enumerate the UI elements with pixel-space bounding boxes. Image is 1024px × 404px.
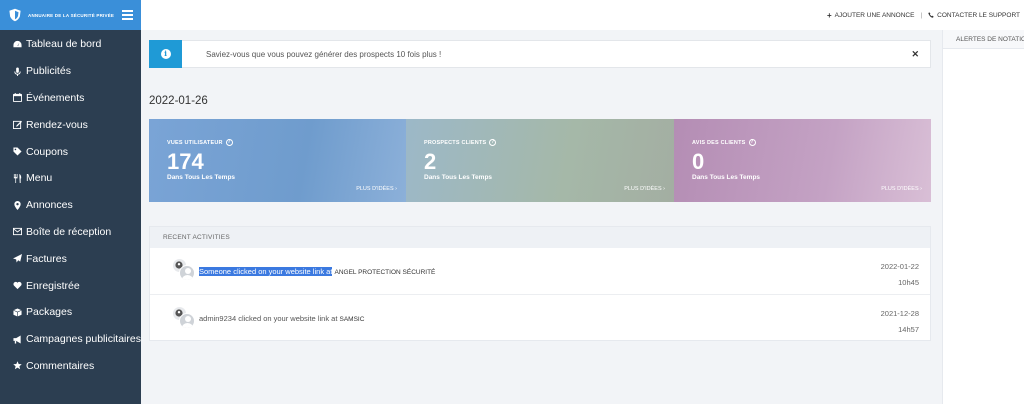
info-alert: i Saviez-vous que vous pouvez générer de… — [149, 40, 931, 68]
stat-card-client-leads: PROSPECTS CLIENTS? 2 Dans Tous Les Temps… — [406, 119, 674, 202]
sidebar-item-label: Boîte de réception — [26, 225, 112, 238]
activity-text: admin9234 clicked on your website link a… — [199, 314, 364, 323]
stat-cards: VUES UTILISATEUR? 174 Dans Tous Les Temp… — [149, 119, 931, 202]
sidebar-item-label: Publicités — [26, 65, 71, 78]
sidebar-item-label: Campagnes publicitaires — [26, 333, 141, 346]
menu-toggle-icon[interactable] — [122, 10, 133, 20]
sidebar-item-inbox[interactable]: Boîte de réception — [0, 219, 141, 246]
top-bar: + AJOUTER UNE ANNONCE | CONTACTER LE SUP… — [141, 0, 1024, 30]
stat-card-client-reviews: AVIS DES CLIENTS? 0 Dans Tous Les Temps … — [674, 119, 931, 202]
sidebar-item-label: Coupons — [26, 145, 69, 158]
user-avatar-icon — [179, 265, 195, 281]
sidebar-item-campaigns[interactable]: Campagnes publicitaires — [0, 326, 141, 353]
stat-value: 0 — [692, 149, 705, 174]
avatar — [173, 306, 197, 331]
sidebar-item-saved[interactable]: Enregistrée — [0, 272, 141, 299]
sidebar-item-coupons[interactable]: Coupons — [0, 138, 141, 165]
activity-date: 2022-01-22 — [880, 262, 919, 271]
sidebar-item-packages[interactable]: Packages — [0, 299, 141, 326]
tag-icon — [12, 147, 22, 156]
user-avatar-icon — [179, 312, 195, 329]
envelope-icon — [12, 228, 22, 236]
plus-icon: + — [826, 10, 832, 20]
sidebar-item-label: Annonces — [26, 199, 73, 212]
sidebar-item-listings[interactable]: Annonces — [0, 192, 141, 219]
sidebar-item-label: Factures — [26, 252, 67, 265]
activity-row: admin9234 clicked on your website link a… — [150, 295, 930, 342]
help-icon[interactable]: ? — [225, 139, 233, 146]
activity-time: 10h45 — [898, 278, 919, 287]
sidebar-item-label: Commentaires — [26, 359, 95, 372]
add-listing-link[interactable]: + AJOUTER UNE ANNONCE — [827, 11, 915, 20]
more-ideas-link[interactable]: PLUS D'IDÉES › — [881, 186, 922, 192]
cube-icon — [12, 308, 22, 317]
help-icon[interactable]: ? — [489, 139, 497, 146]
stat-value: 174 — [167, 149, 204, 174]
stat-period: Dans Tous Les Temps — [424, 174, 493, 181]
microphone-icon — [13, 67, 21, 76]
star-icon — [12, 361, 22, 370]
activity-time: 14h57 — [898, 325, 919, 334]
map-marker-icon — [13, 200, 21, 210]
stat-period: Dans Tous Les Temps — [692, 174, 761, 181]
date-heading: 2022-01-26 — [149, 95, 208, 107]
info-alert-text: Saviez-vous que vous pouvez générer des … — [206, 49, 442, 59]
sidebar-item-menu[interactable]: Menu — [0, 165, 141, 192]
utensils-icon — [13, 173, 21, 183]
sidebar-item-ads[interactable]: Publicités — [0, 58, 141, 85]
activity-date: 2021-12-28 — [880, 309, 919, 318]
help-icon[interactable]: ? — [748, 139, 756, 146]
recent-activities-title: RECENT ACTIVITIES — [150, 227, 930, 248]
edit-icon — [12, 121, 22, 130]
brand-name[interactable]: ANNUAIRE DE LA SÉCURITÉ PRIVÉE — [28, 13, 122, 18]
sidebar-item-label: Enregistrée — [26, 279, 80, 292]
stat-label: AVIS DES CLIENTS — [692, 139, 746, 146]
stat-label: PROSPECTS CLIENTS — [424, 139, 487, 146]
info-icon: i — [149, 40, 182, 68]
sidebar-item-label: Packages — [26, 306, 73, 319]
add-listing-label: AJOUTER UNE ANNONCE — [834, 11, 915, 19]
heart-icon — [12, 281, 22, 290]
more-ideas-link[interactable]: PLUS D'IDÉES › — [624, 186, 665, 192]
shield-logo-icon — [9, 8, 21, 22]
close-icon[interactable]: ✕ — [911, 49, 919, 60]
sidebar-item-invoices[interactable]: Factures — [0, 245, 141, 272]
activity-text: Someone clicked on your website link at … — [199, 266, 436, 276]
calendar-icon — [12, 93, 22, 103]
sidebar-item-dashboard[interactable]: Tableau de bord — [0, 31, 141, 58]
more-ideas-link[interactable]: PLUS D'IDÉES › — [356, 186, 397, 192]
sidebar-item-appointments[interactable]: Rendez-vous — [0, 111, 141, 138]
avatar — [173, 259, 197, 283]
activity-description: Someone clicked on your website link at — [199, 266, 333, 276]
sidebar-item-label: Tableau de bord — [26, 38, 102, 51]
contact-support-label: CONTACTER LE SUPPORT — [937, 11, 1020, 19]
rating-alerts-title: ALERTES DE NOTATION — [943, 30, 1024, 49]
dashboard-icon — [12, 40, 22, 48]
phone-icon — [928, 12, 934, 18]
activity-company-link[interactable]: SAMSIC — [340, 316, 365, 323]
recent-activities: RECENT ACTIVITIES Someone clicked on you… — [149, 226, 931, 341]
sidebar-item-comments[interactable]: Commentaires — [0, 353, 141, 380]
contact-support-link[interactable]: CONTACTER LE SUPPORT — [928, 12, 1020, 19]
sidebar-item-label: Rendez-vous — [26, 118, 88, 131]
sidebar-item-label: Événements — [26, 91, 85, 104]
activity-description: admin9234 clicked on your website link a… — [199, 314, 338, 323]
sidebar: ANNUAIRE DE LA SÉCURITÉ PRIVÉE Tableau d… — [0, 0, 141, 404]
stat-card-user-views: VUES UTILISATEUR? 174 Dans Tous Les Temp… — [149, 119, 406, 202]
paper-plane-icon — [12, 254, 22, 263]
activity-row: Someone clicked on your website link at … — [150, 248, 930, 295]
sidebar-item-label: Menu — [26, 172, 53, 185]
activity-company-link[interactable]: ANGEL PROTECTION SÉCURITÉ — [335, 269, 436, 276]
stat-value: 2 — [424, 149, 437, 174]
sidebar-item-events[interactable]: Événements — [0, 85, 141, 112]
topbar-divider: | — [920, 11, 923, 19]
bullhorn-icon — [12, 335, 21, 344]
stat-period: Dans Tous Les Temps — [167, 174, 236, 181]
rating-alerts-panel: ALERTES DE NOTATION — [942, 30, 1024, 404]
activity-timestamp: 2021-12-28 14h57 — [881, 306, 919, 338]
activity-timestamp: 2022-01-22 10h45 — [881, 259, 919, 291]
stat-label: VUES UTILISATEUR — [167, 139, 223, 146]
brand-bar: ANNUAIRE DE LA SÉCURITÉ PRIVÉE — [0, 0, 141, 30]
sidebar-nav: Tableau de bord Publicités Événements Re… — [0, 30, 141, 379]
